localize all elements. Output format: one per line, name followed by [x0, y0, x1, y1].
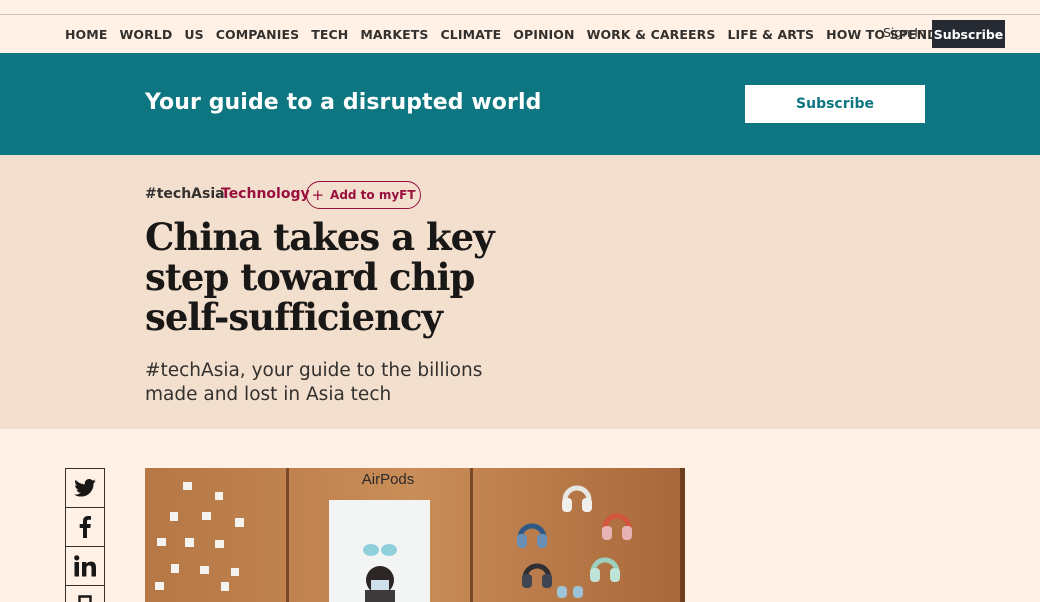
airpods-sign-text: AirPods: [362, 471, 415, 488]
share-save-button[interactable]: [65, 585, 105, 602]
plus-icon: +: [311, 185, 325, 204]
add-to-myft-button[interactable]: + Add to myFT: [306, 181, 421, 209]
nav-item-home[interactable]: HOME: [65, 27, 107, 42]
linkedin-icon: [74, 555, 96, 577]
share-twitter-button[interactable]: [65, 468, 105, 507]
subscribe-button[interactable]: Subscribe: [932, 20, 1005, 48]
facebook-icon: [79, 516, 91, 538]
article-headline: China takes a key step toward chip self-…: [145, 215, 495, 339]
nav-item-us[interactable]: US: [184, 27, 203, 42]
nav-links: HOME WORLD US COMPANIES TECH MARKETS CLI…: [65, 16, 967, 53]
save-icon: [78, 594, 92, 602]
main-navigation: HOME WORLD US COMPANIES TECH MARKETS CLI…: [0, 16, 1040, 53]
twitter-icon: [74, 479, 96, 497]
banner-tagline: Your guide to a disrupted world: [145, 90, 542, 115]
top-strip: [0, 0, 1040, 15]
nav-item-companies[interactable]: COMPANIES: [216, 27, 299, 42]
share-facebook-button[interactable]: [65, 507, 105, 546]
nav-item-markets[interactable]: MARKETS: [360, 27, 428, 42]
add-to-myft-label: Add to myFT: [330, 188, 416, 202]
secondary-topic-tag[interactable]: Technology: [221, 186, 310, 202]
primary-topic-tag[interactable]: #techAsia: [145, 186, 225, 202]
article-standfirst: #techAsia, your guide to the billions ma…: [145, 360, 483, 405]
nav-item-work-careers[interactable]: WORK & CAREERS: [587, 27, 716, 42]
airpods-store-photo: AirPods: [145, 468, 685, 602]
banner-subscribe-button[interactable]: Subscribe: [745, 85, 925, 123]
nav-item-world[interactable]: WORLD: [119, 27, 172, 42]
article-header: #techAsia Technology + Add to myFT China…: [0, 155, 1040, 429]
sign-in-link[interactable]: Sign In: [883, 25, 926, 40]
subscription-banner: Your guide to a disrupted world Subscrib…: [0, 53, 1040, 155]
nav-item-opinion[interactable]: OPINION: [513, 27, 574, 42]
share-linkedin-button[interactable]: [65, 546, 105, 585]
nav-item-tech[interactable]: TECH: [311, 27, 348, 42]
nav-item-climate[interactable]: CLIMATE: [441, 27, 502, 42]
nav-item-life-arts[interactable]: LIFE & ARTS: [727, 27, 814, 42]
article-hero-image: AirPods: [145, 468, 685, 602]
share-toolbar: [65, 468, 105, 602]
